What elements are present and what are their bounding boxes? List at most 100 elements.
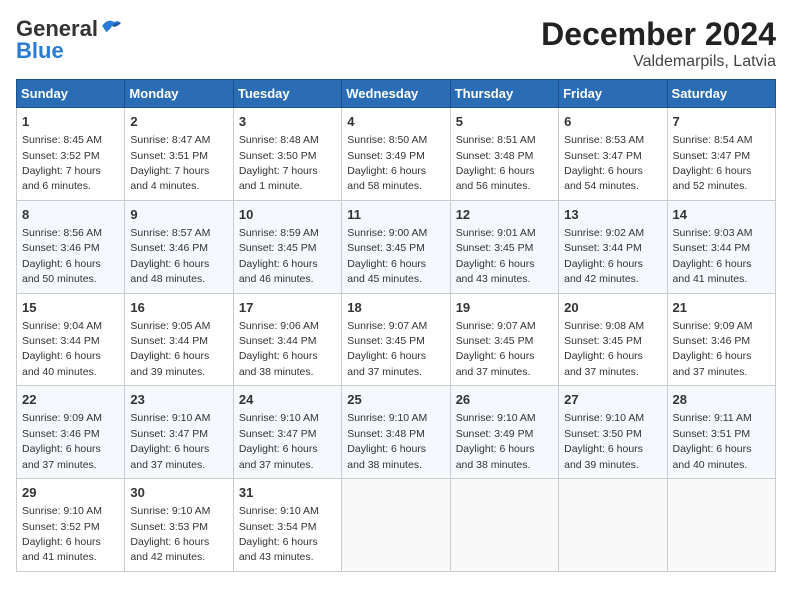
day-info: Sunrise: 8:54 AM Sunset: 3:47 PM Dayligh… — [673, 134, 753, 192]
calendar-table: SundayMondayTuesdayWednesdayThursdayFrid… — [16, 79, 776, 572]
col-header-sunday: Sunday — [17, 80, 125, 108]
calendar-cell: 27 Sunrise: 9:10 AM Sunset: 3:50 PM Dayli… — [559, 386, 667, 479]
calendar-week-3: 15 Sunrise: 9:04 AM Sunset: 3:44 PM Dayli… — [17, 293, 776, 386]
calendar-cell — [559, 479, 667, 572]
day-number: 24 — [239, 391, 336, 409]
day-number: 12 — [456, 206, 553, 224]
day-number: 4 — [347, 113, 444, 131]
col-header-monday: Monday — [125, 80, 233, 108]
day-info: Sunrise: 9:09 AM Sunset: 3:46 PM Dayligh… — [22, 412, 102, 470]
day-info: Sunrise: 9:10 AM Sunset: 3:49 PM Dayligh… — [456, 412, 536, 470]
calendar-cell: 23Sunrise: 9:10 AM Sunset: 3:47 PM Dayli… — [125, 386, 233, 479]
calendar-cell: 12 Sunrise: 9:01 AM Sunset: 3:45 PM Dayli… — [450, 200, 558, 293]
day-number: 10 — [239, 206, 336, 224]
day-info: Sunrise: 9:01 AM Sunset: 3:45 PM Dayligh… — [456, 227, 536, 285]
day-info: Sunrise: 8:57 AM Sunset: 3:46 PM Dayligh… — [130, 227, 210, 285]
page-title: December 2024 — [541, 16, 776, 53]
calendar-cell: 19 Sunrise: 9:07 AM Sunset: 3:45 PM Dayli… — [450, 293, 558, 386]
calendar-cell: 6 Sunrise: 8:53 AM Sunset: 3:47 PM Daylig… — [559, 108, 667, 201]
day-number: 18 — [347, 299, 444, 317]
day-info: Sunrise: 9:02 AM Sunset: 3:44 PM Dayligh… — [564, 227, 644, 285]
day-number: 17 — [239, 299, 336, 317]
calendar-week-2: 8 Sunrise: 8:56 AM Sunset: 3:46 PM Daylig… — [17, 200, 776, 293]
day-info: Sunrise: 9:11 AM Sunset: 3:51 PM Dayligh… — [673, 412, 752, 470]
calendar-cell: 15 Sunrise: 9:04 AM Sunset: 3:44 PM Dayli… — [17, 293, 125, 386]
day-number: 23 — [130, 391, 227, 409]
day-number: 3 — [239, 113, 336, 131]
day-number: 13 — [564, 206, 661, 224]
day-info: Sunrise: 9:10 AM Sunset: 3:47 PM Dayligh… — [239, 412, 319, 470]
calendar-cell: 25 Sunrise: 9:10 AM Sunset: 3:48 PM Dayli… — [342, 386, 450, 479]
day-number: 28 — [673, 391, 770, 409]
day-info: Sunrise: 8:48 AM Sunset: 3:50 PM Dayligh… — [239, 134, 319, 192]
col-header-thursday: Thursday — [450, 80, 558, 108]
day-number: 29 — [22, 484, 119, 502]
day-number: 2 — [130, 113, 227, 131]
day-info: Sunrise: 9:10 AM Sunset: 3:53 PM Dayligh… — [130, 505, 210, 563]
day-number: 9 — [130, 206, 227, 224]
day-info: Sunrise: 9:09 AM Sunset: 3:46 PM Dayligh… — [673, 320, 753, 378]
calendar-cell: 4Sunrise: 8:50 AM Sunset: 3:49 PM Daylig… — [342, 108, 450, 201]
day-info: Sunrise: 9:10 AM Sunset: 3:52 PM Dayligh… — [22, 505, 102, 563]
day-number: 16 — [130, 299, 227, 317]
calendar-cell: 14Sunrise: 9:03 AM Sunset: 3:44 PM Dayli… — [667, 200, 775, 293]
calendar-cell — [450, 479, 558, 572]
day-info: Sunrise: 9:00 AM Sunset: 3:45 PM Dayligh… — [347, 227, 427, 285]
calendar-week-5: 29 Sunrise: 9:10 AM Sunset: 3:52 PM Dayli… — [17, 479, 776, 572]
day-info: Sunrise: 9:04 AM Sunset: 3:44 PM Dayligh… — [22, 320, 102, 378]
calendar-cell: 7 Sunrise: 8:54 AM Sunset: 3:47 PM Daylig… — [667, 108, 775, 201]
calendar-cell: 24 Sunrise: 9:10 AM Sunset: 3:47 PM Dayli… — [233, 386, 341, 479]
calendar-week-4: 22Sunrise: 9:09 AM Sunset: 3:46 PM Dayli… — [17, 386, 776, 479]
calendar-cell: 10 Sunrise: 8:59 AM Sunset: 3:45 PM Dayli… — [233, 200, 341, 293]
page-subtitle: Valdemarpils, Latvia — [541, 53, 776, 71]
title-block: December 2024 Valdemarpils, Latvia — [541, 16, 776, 71]
day-number: 20 — [564, 299, 661, 317]
calendar-cell: 21 Sunrise: 9:09 AM Sunset: 3:46 PM Dayli… — [667, 293, 775, 386]
calendar-cell: 28 Sunrise: 9:11 AM Sunset: 3:51 PM Dayli… — [667, 386, 775, 479]
day-number: 6 — [564, 113, 661, 131]
day-info: Sunrise: 9:10 AM Sunset: 3:54 PM Dayligh… — [239, 505, 319, 563]
calendar-cell: 31 Sunrise: 9:10 AM Sunset: 3:54 PM Dayli… — [233, 479, 341, 572]
calendar-cell: 30 Sunrise: 9:10 AM Sunset: 3:53 PM Dayli… — [125, 479, 233, 572]
day-number: 15 — [22, 299, 119, 317]
calendar-cell: 8 Sunrise: 8:56 AM Sunset: 3:46 PM Daylig… — [17, 200, 125, 293]
day-info: Sunrise: 8:59 AM Sunset: 3:45 PM Dayligh… — [239, 227, 319, 285]
logo-bird-icon — [100, 18, 122, 36]
calendar-cell: 1 Sunrise: 8:45 AM Sunset: 3:52 PM Daylig… — [17, 108, 125, 201]
calendar-cell: 5 Sunrise: 8:51 AM Sunset: 3:48 PM Daylig… — [450, 108, 558, 201]
day-number: 1 — [22, 113, 119, 131]
day-number: 31 — [239, 484, 336, 502]
day-info: Sunrise: 8:53 AM Sunset: 3:47 PM Dayligh… — [564, 134, 644, 192]
day-info: Sunrise: 9:07 AM Sunset: 3:45 PM Dayligh… — [456, 320, 536, 378]
calendar-cell: 18 Sunrise: 9:07 AM Sunset: 3:45 PM Dayli… — [342, 293, 450, 386]
day-info: Sunrise: 8:47 AM Sunset: 3:51 PM Dayligh… — [130, 134, 210, 192]
day-number: 7 — [673, 113, 770, 131]
day-info: Sunrise: 8:51 AM Sunset: 3:48 PM Dayligh… — [456, 134, 536, 192]
calendar-cell: 22Sunrise: 9:09 AM Sunset: 3:46 PM Dayli… — [17, 386, 125, 479]
calendar-cell: 2 Sunrise: 8:47 AM Sunset: 3:51 PM Daylig… — [125, 108, 233, 201]
day-info: Sunrise: 9:07 AM Sunset: 3:45 PM Dayligh… — [347, 320, 427, 378]
day-info: Sunrise: 8:56 AM Sunset: 3:46 PM Dayligh… — [22, 227, 102, 285]
day-number: 25 — [347, 391, 444, 409]
day-number: 21 — [673, 299, 770, 317]
calendar-cell — [342, 479, 450, 572]
day-info: Sunrise: 9:10 AM Sunset: 3:48 PM Dayligh… — [347, 412, 427, 470]
calendar-cell: 20Sunrise: 9:08 AM Sunset: 3:45 PM Dayli… — [559, 293, 667, 386]
col-header-saturday: Saturday — [667, 80, 775, 108]
day-info: Sunrise: 9:03 AM Sunset: 3:44 PM Dayligh… — [673, 227, 753, 285]
logo: General Blue — [16, 16, 122, 64]
col-header-wednesday: Wednesday — [342, 80, 450, 108]
day-number: 8 — [22, 206, 119, 224]
col-header-tuesday: Tuesday — [233, 80, 341, 108]
day-number: 5 — [456, 113, 553, 131]
calendar-cell: 11Sunrise: 9:00 AM Sunset: 3:45 PM Dayli… — [342, 200, 450, 293]
calendar-cell: 16Sunrise: 9:05 AM Sunset: 3:44 PM Dayli… — [125, 293, 233, 386]
calendar-cell: 29 Sunrise: 9:10 AM Sunset: 3:52 PM Dayli… — [17, 479, 125, 572]
calendar-header-row: SundayMondayTuesdayWednesdayThursdayFrid… — [17, 80, 776, 108]
col-header-friday: Friday — [559, 80, 667, 108]
day-info: Sunrise: 9:10 AM Sunset: 3:50 PM Dayligh… — [564, 412, 644, 470]
day-number: 19 — [456, 299, 553, 317]
day-number: 27 — [564, 391, 661, 409]
day-info: Sunrise: 8:45 AM Sunset: 3:52 PM Dayligh… — [22, 134, 102, 192]
day-number: 30 — [130, 484, 227, 502]
